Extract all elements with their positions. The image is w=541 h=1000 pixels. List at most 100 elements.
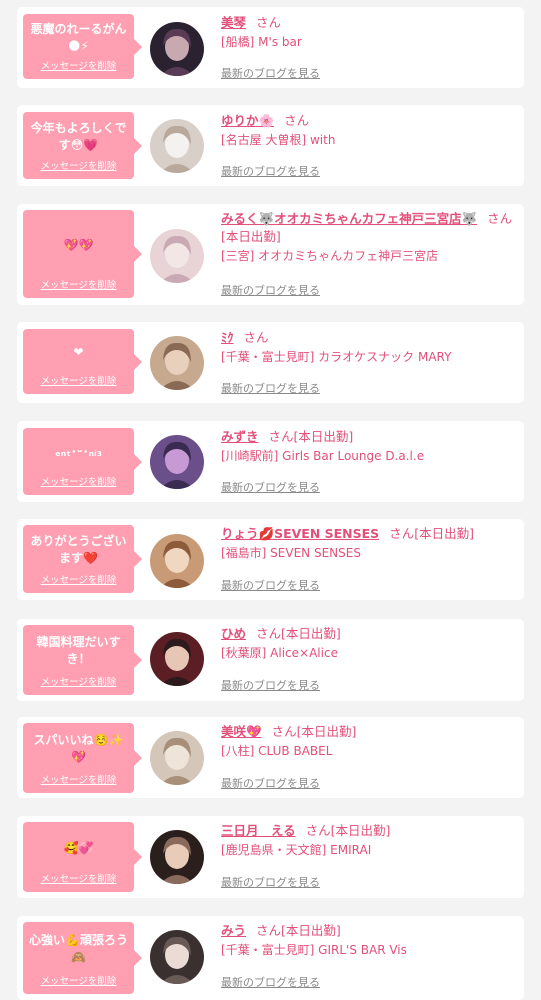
latest-blog-link[interactable]: 最新のブログを見る <box>221 65 320 81</box>
name-line: みずき さん[本日出勤] <box>221 428 516 446</box>
shop-name: [千葉・富士見町] カラオケスナック MARY <box>221 350 452 364</box>
user-name-link[interactable]: みるく🐺オオカミちゃんカフェ神戸三宮店🐺 <box>221 211 477 226</box>
honorific-status: さん <box>243 330 269 345</box>
avatar[interactable] <box>150 435 204 489</box>
shop-name: [名古屋 大曽根] with <box>221 133 336 147</box>
honorific-status: さん[本日出勤] <box>389 526 474 541</box>
name-line: 美咲💖 さん[本日出勤] <box>221 723 516 741</box>
user-info: りょう💋SEVEN SENSES さん[本日出勤] [福島市] SEVEN SENS… <box>221 525 516 563</box>
message-bubble: ₑₙₜ･ᵕ･ₙᵢ₃ メッセージを削除 <box>23 428 142 495</box>
name-line: りょう💋SEVEN SENSES さん[本日出勤] <box>221 525 516 543</box>
user-card: 悪魔のれーるがん🌑⚡ メッセージを削除 美琴 さん [船橋] M's bar 最新のブログ… <box>17 7 524 88</box>
user-card: ₑₙₜ･ᵕ･ₙᵢ₃ メッセージを削除 みずき さん[本日出勤] [川崎駅前] Girls… <box>17 421 524 502</box>
user-info: 美琴 さん [船橋] M's bar <box>221 14 516 52</box>
user-name-link[interactable]: 美咲💖 <box>221 724 262 739</box>
name-line: みう さん[本日出勤] <box>221 922 516 940</box>
user-name-link[interactable]: ひめ <box>221 626 246 641</box>
message-text: 💖💖 <box>63 237 94 252</box>
message-bubble: スパいいね☺️✨💖 メッセージを削除 <box>23 723 142 793</box>
user-name-link[interactable]: みずき <box>221 429 259 444</box>
name-line: ﾐｸ さん <box>221 329 516 347</box>
honorific-status: さん[本日出勤] <box>271 724 357 739</box>
delete-message-link[interactable]: メッセージを削除 <box>23 277 134 291</box>
message-bubble: 韓国料理だいすき！ メッセージを削除 <box>23 625 142 695</box>
user-info: みう さん[本日出勤] [千葉・富士見町] GIRL'S BAR Vis <box>221 922 516 960</box>
message-bubble: 心強い💪頑張ろう🙈 メッセージを削除 <box>23 922 142 994</box>
name-line: みるく🐺オオカミちゃんカフェ神戸三宮店🐺 さん[本日出勤] <box>221 210 516 246</box>
shop-name: [福島市] SEVEN SENSES <box>221 546 361 560</box>
latest-blog-link[interactable]: 最新のブログを見る <box>221 163 320 179</box>
honorific-status: さん[本日出勤] <box>305 823 391 838</box>
delete-message-link[interactable]: メッセージを削除 <box>23 871 134 885</box>
delete-message-link[interactable]: メッセージを削除 <box>23 158 134 172</box>
delete-message-link[interactable]: メッセージを削除 <box>23 674 134 688</box>
user-info: みずき さん[本日出勤] [川崎駅前] Girls Bar Lounge D.a.l… <box>221 428 516 466</box>
user-info: 美咲💖 さん[本日出勤] [八柱] CLUB BABEL <box>221 723 516 761</box>
honorific-status: さん <box>284 113 310 128</box>
delete-message-link[interactable]: メッセージを削除 <box>23 572 134 586</box>
user-card: ❤ メッセージを削除 ﾐｸ さん [千葉・富士見町] カラオケスナック MARY 最新のブ… <box>17 322 524 403</box>
shop-name: [三宮] オオカミちゃんカフェ神戸三宮店 <box>221 249 439 263</box>
latest-blog-link[interactable]: 最新のブログを見る <box>221 577 320 593</box>
message-text: 心強い💪頑張ろう🙈 <box>29 933 128 964</box>
avatar[interactable] <box>150 119 204 173</box>
latest-blog-link[interactable]: 最新のブログを見る <box>221 282 320 298</box>
message-text: スパいいね☺️✨💖 <box>33 733 124 764</box>
avatar[interactable] <box>150 336 204 390</box>
shop-name: [八柱] CLUB BABEL <box>221 744 333 758</box>
latest-blog-link[interactable]: 最新のブログを見る <box>221 775 320 791</box>
avatar[interactable] <box>150 632 204 686</box>
latest-blog-link[interactable]: 最新のブログを見る <box>221 380 320 396</box>
shop-name: [船橋] M's bar <box>221 35 302 49</box>
name-line: 三日月 える さん[本日出勤] <box>221 822 516 840</box>
message-text: 韓国料理だいすき！ <box>36 635 121 666</box>
honorific-status: さん[本日出勤] <box>256 626 341 641</box>
user-card: 今年もよろしくです😳💗 メッセージを削除 ゆりか🌸 さん [名古屋 大曽根] with 最… <box>17 105 524 186</box>
name-line: ゆりか🌸 さん <box>221 112 516 130</box>
message-text: ありがとうございます❤️ <box>30 534 127 565</box>
latest-blog-link[interactable]: 最新のブログを見る <box>221 874 320 890</box>
message-bubble: ありがとうございます❤️ メッセージを削除 <box>23 525 142 593</box>
message-bubble: 今年もよろしくです😳💗 メッセージを削除 <box>23 112 142 179</box>
latest-blog-link[interactable]: 最新のブログを見る <box>221 479 320 495</box>
avatar[interactable] <box>150 930 204 984</box>
avatar[interactable] <box>150 731 204 785</box>
user-info: ﾐｸ さん [千葉・富士見町] カラオケスナック MARY <box>221 329 516 367</box>
user-card: 心強い💪頑張ろう🙈 メッセージを削除 みう さん[本日出勤] [千葉・富士見町] GIR… <box>17 916 524 1000</box>
honorific-status: さん[本日出勤] <box>268 429 354 444</box>
delete-message-link[interactable]: メッセージを削除 <box>23 772 134 786</box>
delete-message-link[interactable]: メッセージを削除 <box>23 373 134 387</box>
latest-blog-link[interactable]: 最新のブログを見る <box>221 677 320 693</box>
user-info: みるく🐺オオカミちゃんカフェ神戸三宮店🐺 さん[本日出勤] [三宮] オオカミちゃん… <box>221 210 516 266</box>
message-bubble: 🥰💞 メッセージを削除 <box>23 822 142 892</box>
user-card: 韓国料理だいすき！ メッセージを削除 ひめ さん[本日出勤] [秋葉原] Alice×A… <box>17 619 524 701</box>
message-text: 🥰💞 <box>63 840 94 855</box>
user-name-link[interactable]: ゆりか🌸 <box>221 113 274 128</box>
latest-blog-link[interactable]: 最新のブログを見る <box>221 974 320 990</box>
message-text: ❤ <box>73 345 84 359</box>
delete-message-link[interactable]: メッセージを削除 <box>23 973 134 987</box>
honorific-status: さん[本日出勤] <box>256 923 341 938</box>
user-name-link[interactable]: りょう💋SEVEN SENSES <box>221 526 379 541</box>
name-line: ひめ さん[本日出勤] <box>221 625 516 643</box>
delete-message-link[interactable]: メッセージを削除 <box>23 58 134 72</box>
honorific-status: さん <box>256 15 282 30</box>
user-name-link[interactable]: みう <box>221 923 246 938</box>
avatar[interactable] <box>150 830 204 884</box>
avatar[interactable] <box>150 22 204 76</box>
shop-name: [秋葉原] Alice×Alice <box>221 646 338 660</box>
message-bubble: ❤ メッセージを削除 <box>23 329 142 394</box>
avatar[interactable] <box>150 534 204 588</box>
user-card: 💖💖 メッセージを削除 みるく🐺オオカミちゃんカフェ神戸三宮店🐺 さん[本日出勤] [三… <box>17 204 524 305</box>
message-bubble: 悪魔のれーるがん🌑⚡ メッセージを削除 <box>23 14 142 79</box>
message-text: 悪魔のれーるがん🌑⚡ <box>30 21 127 53</box>
user-name-link[interactable]: ﾐｸ <box>221 330 234 345</box>
user-name-link[interactable]: 美琴 <box>221 15 246 30</box>
shop-name: [鹿児島県・天文館] EMIRAI <box>221 843 372 857</box>
message-bubble: 💖💖 メッセージを削除 <box>23 210 142 298</box>
delete-message-link[interactable]: メッセージを削除 <box>23 474 134 488</box>
avatar[interactable] <box>150 229 204 283</box>
user-name-link[interactable]: 三日月 える <box>221 823 296 838</box>
user-card: ありがとうございます❤️ メッセージを削除 りょう💋SEVEN SENSES さん[本… <box>17 519 524 600</box>
user-info: 三日月 える さん[本日出勤] [鹿児島県・天文館] EMIRAI <box>221 822 516 860</box>
